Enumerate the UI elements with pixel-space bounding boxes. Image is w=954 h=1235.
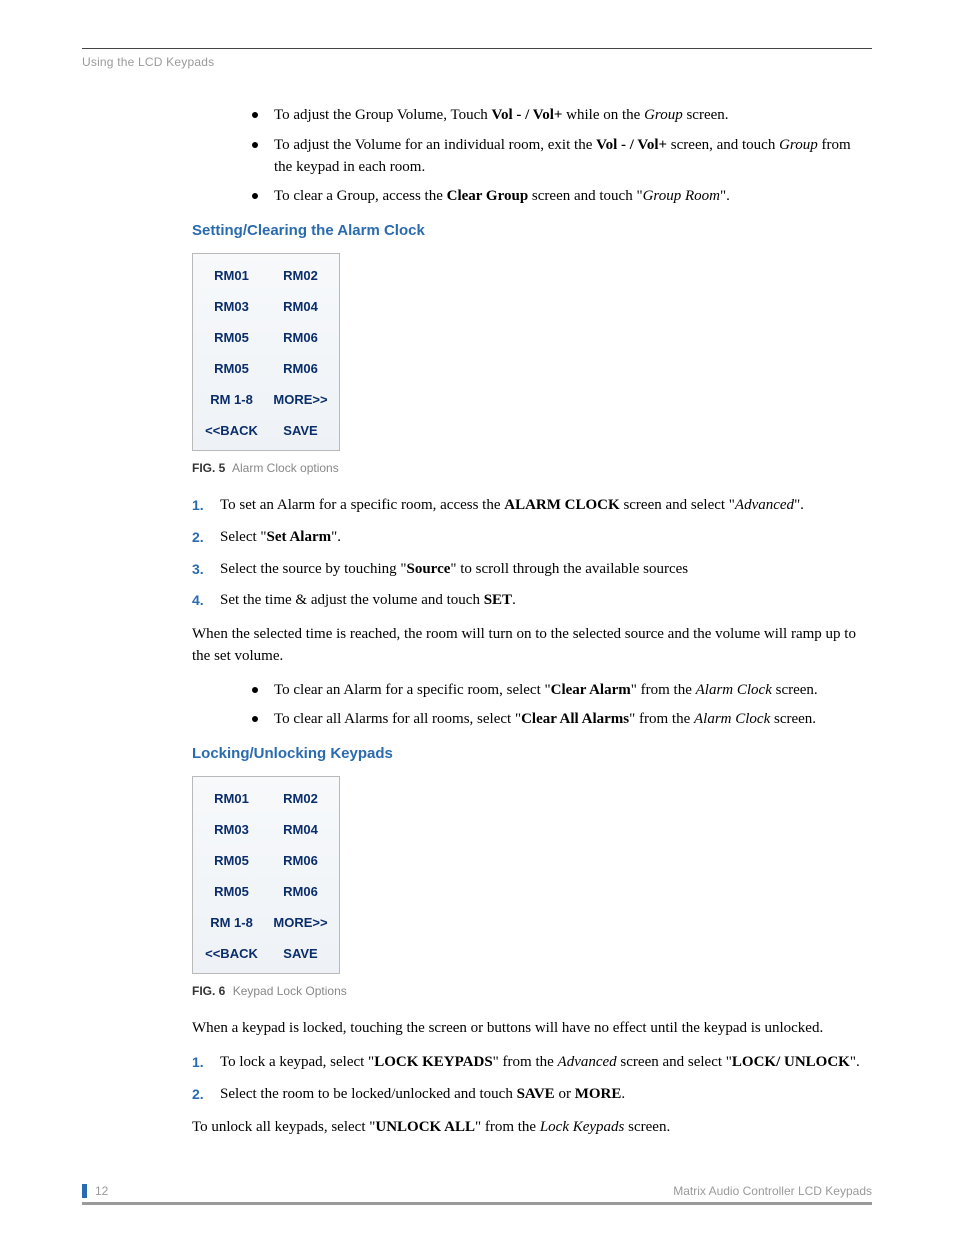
- paragraph-alarm: When the selected time is reached, the r…: [192, 624, 872, 668]
- lcd-row: RM05RM06: [197, 845, 335, 876]
- lcd-row: RM05RM06: [197, 353, 335, 384]
- bullet-item: To clear an Alarm for a specific room, s…: [252, 680, 872, 702]
- figure-caption-6: FIG. 6 Keypad Lock Options: [192, 984, 872, 998]
- bullet-item: To clear all Alarms for all rooms, selec…: [252, 709, 872, 731]
- lcd-button[interactable]: SAVE: [266, 415, 335, 446]
- figure-label: FIG. 5: [192, 461, 225, 475]
- step-item: Select the source by touching "Source" t…: [192, 559, 872, 581]
- lcd-row: RM05RM06: [197, 322, 335, 353]
- lcd-button[interactable]: RM05: [197, 845, 266, 876]
- lcd-button[interactable]: RM06: [266, 876, 335, 907]
- bullet-item: To adjust the Volume for an individual r…: [252, 135, 872, 179]
- lcd-button[interactable]: <<BACK: [197, 938, 266, 969]
- lcd-row: <<BACKSAVE: [197, 415, 335, 446]
- lcd-row: RM03RM04: [197, 291, 335, 322]
- footer-accent: [82, 1184, 87, 1198]
- lcd-button[interactable]: RM01: [197, 783, 266, 814]
- footer-title: Matrix Audio Controller LCD Keypads: [673, 1184, 872, 1198]
- lcd-button[interactable]: RM02: [266, 260, 335, 291]
- figure-caption-5: FIG. 5 Alarm Clock options: [192, 461, 872, 475]
- figure-text: Keypad Lock Options: [233, 984, 347, 998]
- lcd-row: RM05RM06: [197, 876, 335, 907]
- lcd-button[interactable]: <<BACK: [197, 415, 266, 446]
- lcd-button[interactable]: RM06: [266, 322, 335, 353]
- paragraph-unlock-all: To unlock all keypads, select "UNLOCK AL…: [192, 1117, 872, 1139]
- lcd-row: RM 1-8MORE>>: [197, 384, 335, 415]
- step-item: To lock a keypad, select "LOCK KEYPADS" …: [192, 1052, 872, 1074]
- main-content: To adjust the Group Volume, Touch Vol - …: [192, 105, 872, 1139]
- lcd-screen-alarm: RM01RM02RM03RM04RM05RM06RM05RM06RM 1-8MO…: [192, 253, 340, 451]
- figure-text: Alarm Clock options: [232, 461, 339, 475]
- step-item: To set an Alarm for a specific room, acc…: [192, 495, 872, 517]
- lcd-button[interactable]: SAVE: [266, 938, 335, 969]
- lcd-button[interactable]: RM05: [197, 876, 266, 907]
- lcd-row: RM01RM02: [197, 783, 335, 814]
- lcd-button[interactable]: RM03: [197, 291, 266, 322]
- lcd-button[interactable]: RM04: [266, 291, 335, 322]
- lcd-row: RM03RM04: [197, 814, 335, 845]
- page-number: 12: [95, 1184, 108, 1198]
- bullet-item: To clear a Group, access the Clear Group…: [252, 186, 872, 208]
- lcd-row: RM 1-8MORE>>: [197, 907, 335, 938]
- bullet-list-top: To adjust the Group Volume, Touch Vol - …: [252, 105, 872, 208]
- lcd-row: RM01RM02: [197, 260, 335, 291]
- bullet-list-mid: To clear an Alarm for a specific room, s…: [252, 680, 872, 732]
- lcd-button[interactable]: MORE>>: [266, 384, 335, 415]
- ordered-steps-alarm: To set an Alarm for a specific room, acc…: [192, 495, 872, 612]
- figure-label: FIG. 6: [192, 984, 225, 998]
- lcd-button[interactable]: MORE>>: [266, 907, 335, 938]
- section-heading-alarm: Setting/Clearing the Alarm Clock: [192, 222, 872, 239]
- lcd-button[interactable]: RM02: [266, 783, 335, 814]
- lcd-screen-lock: RM01RM02RM03RM04RM05RM06RM05RM06RM 1-8MO…: [192, 776, 340, 974]
- section-heading-lock: Locking/Unlocking Keypads: [192, 745, 872, 762]
- paragraph-lock-info: When a keypad is locked, touching the sc…: [192, 1018, 872, 1040]
- lcd-button[interactable]: RM 1-8: [197, 907, 266, 938]
- lcd-button[interactable]: RM 1-8: [197, 384, 266, 415]
- footer-rule: [82, 1202, 872, 1205]
- lcd-button[interactable]: RM05: [197, 353, 266, 384]
- lcd-button[interactable]: RM06: [266, 845, 335, 876]
- page-content: Using the LCD Keypads To adjust the Grou…: [82, 48, 872, 1151]
- lcd-button[interactable]: RM03: [197, 814, 266, 845]
- header-rule: [82, 48, 872, 49]
- lcd-row: <<BACKSAVE: [197, 938, 335, 969]
- bullet-item: To adjust the Group Volume, Touch Vol - …: [252, 105, 872, 127]
- step-item: Select "Set Alarm".: [192, 527, 872, 549]
- lcd-button[interactable]: RM06: [266, 353, 335, 384]
- page-footer: 12 Matrix Audio Controller LCD Keypads: [82, 1184, 872, 1205]
- step-item: Set the time & adjust the volume and tou…: [192, 590, 872, 612]
- ordered-steps-lock: To lock a keypad, select "LOCK KEYPADS" …: [192, 1052, 872, 1106]
- lcd-button[interactable]: RM05: [197, 322, 266, 353]
- lcd-button[interactable]: RM01: [197, 260, 266, 291]
- running-head: Using the LCD Keypads: [82, 55, 872, 69]
- step-item: Select the room to be locked/unlocked an…: [192, 1084, 872, 1106]
- lcd-button[interactable]: RM04: [266, 814, 335, 845]
